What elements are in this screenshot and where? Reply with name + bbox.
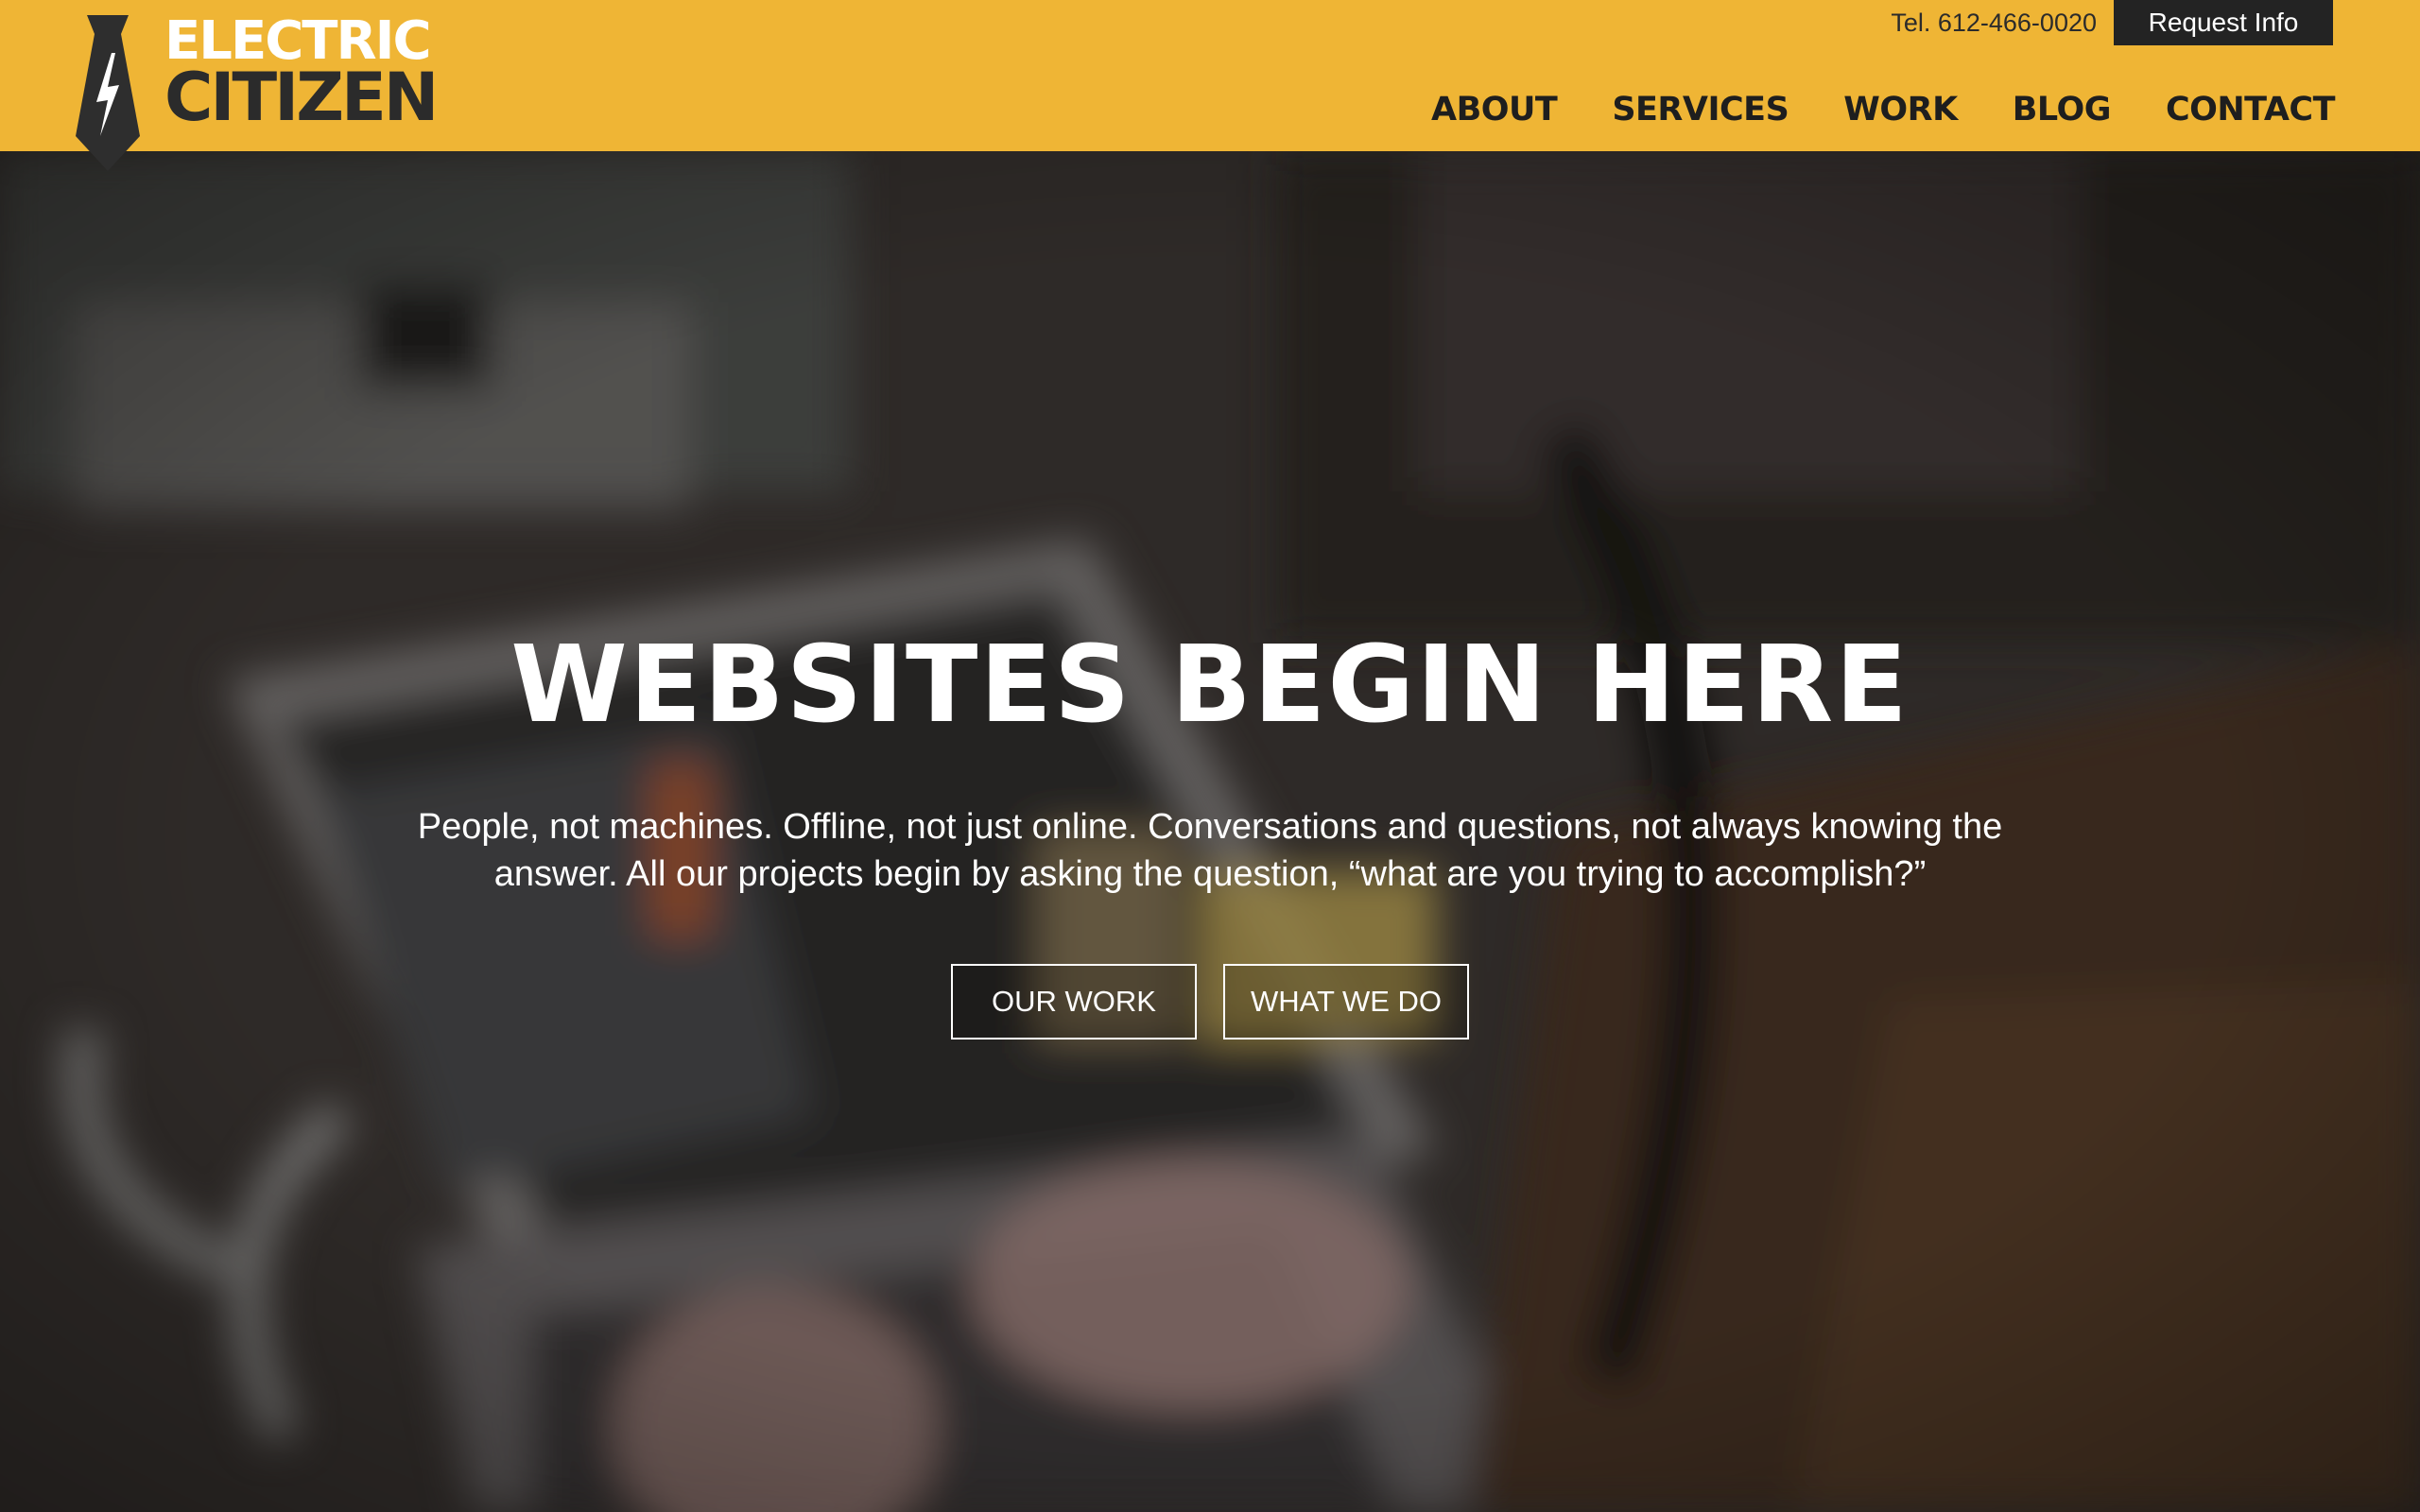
nav-item-services[interactable]: SERVICES (1612, 91, 1789, 129)
nav-item-blog[interactable]: BLOG (2013, 91, 2112, 129)
what-we-do-button[interactable]: WHAT WE DO (1223, 964, 1469, 1040)
hero-section: WEBSITES BEGIN HERE People, not machines… (0, 151, 2420, 1512)
hero-title: WEBSITES BEGIN HERE (510, 624, 1910, 747)
our-work-button[interactable]: OUR WORK (951, 964, 1197, 1040)
logo-wordmark: ELECTRIC CITIZEN (164, 15, 439, 136)
logo-line-citizen: CITIZEN (164, 59, 439, 136)
nav-item-about[interactable]: ABOUT (1431, 91, 1558, 129)
utility-bar: Tel. 612-466-0020 Request Info (1891, 0, 2333, 45)
necktie-lightning-icon (76, 15, 140, 171)
hero-description: People, not machines. Offline, not just … (417, 807, 2003, 894)
nav-item-work[interactable]: WORK (1843, 91, 1958, 129)
site-header: ELECTRIC CITIZEN Tel. 612-466-0020 Reque… (0, 0, 2420, 171)
logo[interactable]: ELECTRIC CITIZEN (74, 15, 471, 176)
nav-item-contact[interactable]: CONTACT (2166, 91, 2336, 129)
phone-number[interactable]: Tel. 612-466-0020 (1891, 9, 2097, 38)
request-info-button[interactable]: Request Info (2114, 0, 2333, 45)
main-nav: ABOUT SERVICES WORK BLOG CONTACT (1376, 91, 2336, 129)
hero-buttons: OUR WORK WHAT WE DO (0, 964, 2420, 1040)
